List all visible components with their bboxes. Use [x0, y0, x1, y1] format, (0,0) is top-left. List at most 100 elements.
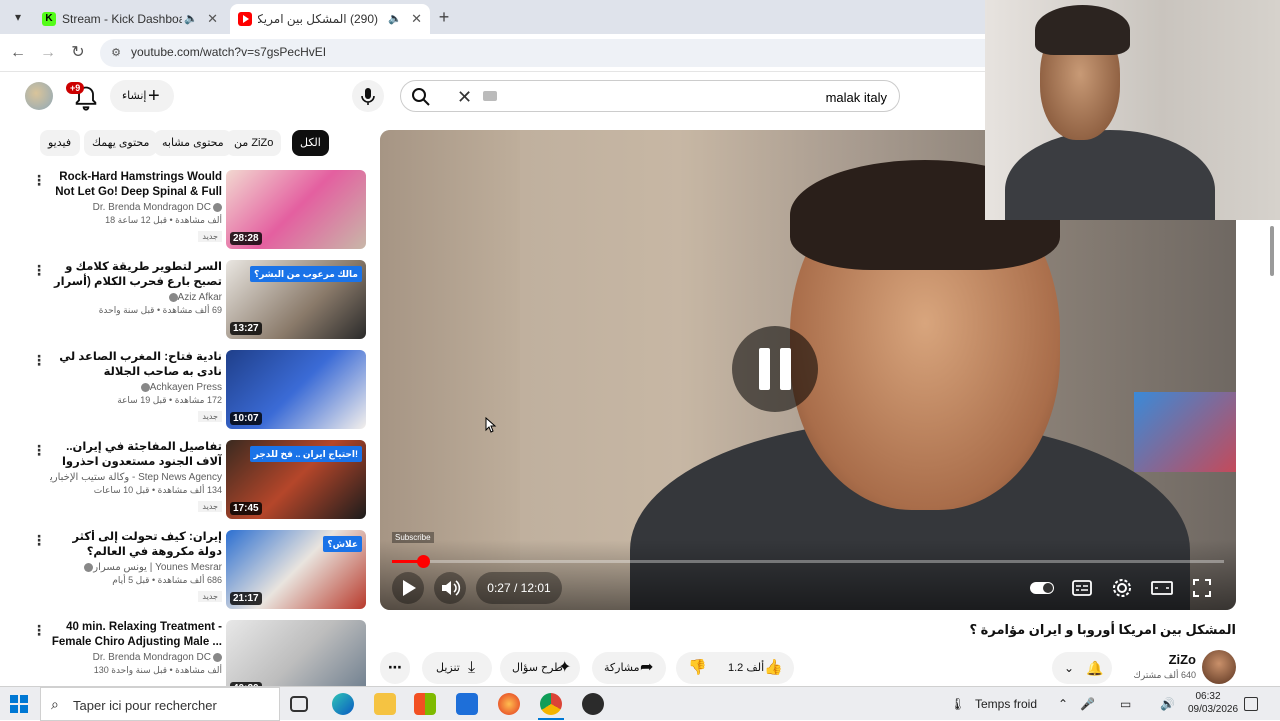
recommendation-thumbnail[interactable]: 28:28 — [226, 170, 366, 249]
more-options-icon[interactable]: ⋮ — [32, 442, 46, 459]
progress-bar[interactable] — [392, 555, 1224, 568]
tray-chevron-icon[interactable]: ⌃ — [1058, 697, 1068, 711]
taskbar-clock[interactable]: 06:32 09/03/2026 — [1188, 690, 1238, 716]
autoplay-toggle[interactable] — [1028, 574, 1056, 602]
close-tab-icon[interactable]: ✕ — [207, 4, 218, 34]
recommendation-title[interactable]: السر لتطوير طريقة كلامك و تصبح بارع فحرب… — [50, 260, 222, 290]
taskbar-search[interactable]: ⌕ Taper ici pour rechercher — [40, 687, 280, 721]
recommendation-thumbnail[interactable]: علاش؟ 21:17 — [226, 530, 366, 609]
like-button[interactable]: 👍 — [764, 652, 783, 684]
new-tab-button[interactable]: + — [434, 7, 454, 27]
recommendation-meta: إيران: كيف تحولت إلى أكثر دولة مكروهة في… — [50, 530, 222, 604]
speaker-icon[interactable]: 🔈 — [184, 4, 198, 34]
network-icon[interactable]: ▭ — [1120, 697, 1131, 711]
task-view-icon[interactable] — [290, 696, 308, 712]
recommendation-channel[interactable]: Younes Mesrar | يونس مسرار — [50, 562, 222, 573]
chip-all[interactable]: الكل — [292, 130, 329, 156]
recommendation-item[interactable]: ⋮ السر لتطوير طريقة كلامك و تصبح بارع فحر… — [30, 260, 370, 346]
more-options-icon[interactable]: ⋮ — [32, 532, 46, 549]
recommendation-channel[interactable]: Step News Agency - وكالة ستيب الإخبارية — [50, 472, 222, 483]
recommendation-item[interactable]: ⋮ Rock-Hard Hamstrings Would Not Let Go! … — [30, 170, 370, 256]
reload-icon[interactable]: ↻ — [68, 43, 88, 63]
forward-arrow-icon[interactable]: → — [38, 43, 58, 63]
speaker-icon[interactable]: 🔈 — [388, 4, 402, 34]
recommendation-title[interactable]: تفاصيل المفاجئة في إيران.. آلاف الجنود م… — [50, 440, 222, 470]
more-options-icon[interactable]: ⋮ — [32, 172, 46, 189]
recommendation-item[interactable]: ⋮ نادية فتاح: المغرب الصاعد لي نادى به صا… — [30, 350, 370, 436]
obs-icon[interactable] — [582, 693, 604, 715]
recommendation-thumbnail[interactable]: مالك مرعوب من البشر؟ 13:27 — [226, 260, 366, 339]
chip-related[interactable]: محتوى مشابه — [154, 130, 232, 156]
tab-youtube-video[interactable]: (290) المشكل بين امريكا أورو 🔈 ✕ — [230, 4, 430, 34]
scrollbar-thumb[interactable] — [1270, 226, 1274, 276]
more-options-icon[interactable]: ⋮ — [32, 622, 46, 639]
search-button[interactable] — [411, 87, 431, 107]
play-button[interactable] — [392, 572, 424, 604]
recommendation-title[interactable]: 40 min. Relaxing Treatment - Female Chir… — [50, 620, 222, 650]
subtitles-button[interactable] — [1068, 574, 1096, 602]
recommendation-thumbnail[interactable]: احتياج ايران .. فخ للدجر! 17:45 — [226, 440, 366, 519]
account-avatar[interactable] — [25, 82, 53, 110]
recommendation-item[interactable]: ⋮ إيران: كيف تحولت إلى أكثر دولة مكروهة ف… — [30, 530, 370, 616]
weather-icon[interactable]: 🌡 — [950, 697, 965, 711]
app-icon[interactable] — [456, 693, 478, 715]
channel-name[interactable]: ZiZo — [1120, 652, 1196, 667]
create-button[interactable]: إنشاء + — [110, 80, 174, 112]
tab-kick-dashboard[interactable]: K Stream - Kick Dashboard 🔈 ✕ — [34, 4, 226, 34]
subtitles-icon — [1072, 580, 1092, 596]
windows-start-button[interactable] — [10, 695, 28, 713]
recommendation-title[interactable]: Rock-Hard Hamstrings Would Not Let Go! D… — [50, 170, 222, 200]
theater-mode-button[interactable] — [1148, 574, 1176, 602]
notifications-button[interactable]: +9 — [66, 82, 100, 112]
chip-for-you[interactable]: محتوى يهمك — [84, 130, 158, 156]
share-button[interactable]: مشاركة ➦ — [592, 652, 666, 684]
clear-search-icon[interactable]: ✕ — [457, 87, 472, 107]
volume-button[interactable] — [434, 572, 466, 604]
new-badge: جديد — [198, 231, 222, 242]
channel-avatar[interactable] — [1202, 650, 1236, 684]
more-options-icon[interactable]: ⋮ — [32, 352, 46, 369]
like-count[interactable]: 1.2 ألف — [728, 652, 764, 684]
ask-button[interactable]: طرح سؤال ✦ — [500, 652, 580, 684]
dislike-button[interactable]: 👎 — [688, 652, 707, 684]
fullscreen-button[interactable] — [1188, 574, 1216, 602]
recommendation-channel[interactable]: Dr. Brenda Mondragon DC — [50, 202, 222, 213]
chrome-icon[interactable] — [540, 693, 562, 715]
firefox-icon[interactable] — [498, 693, 520, 715]
duration-badge: 28:28 — [230, 232, 262, 245]
recommendation-title[interactable]: إيران: كيف تحولت إلى أكثر دولة مكروهة في… — [50, 530, 222, 560]
taskbar-search-placeholder: Taper ici pour rechercher — [73, 698, 217, 713]
file-explorer-icon[interactable] — [374, 693, 396, 715]
volume-tray-icon[interactable]: 🔊 — [1160, 697, 1175, 711]
download-button[interactable]: تنزيل ⤓ — [422, 652, 492, 684]
search-input[interactable] — [527, 87, 887, 107]
recommendation-channel[interactable]: Achkayen Press — [50, 382, 222, 393]
url-field[interactable]: ⚙ youtube.com/watch?v=s7gsPecHvEI — [100, 39, 1020, 67]
edge-icon[interactable] — [332, 693, 354, 715]
weather-text[interactable]: Temps froid — [975, 697, 1037, 711]
more-actions-button[interactable]: ⋯ — [380, 652, 410, 684]
voice-search-button[interactable] — [352, 80, 384, 112]
more-options-icon[interactable]: ⋮ — [32, 262, 46, 279]
page-scrollbar[interactable] — [1268, 222, 1276, 682]
recommendation-channel[interactable]: Dr. Brenda Mondragon DC — [50, 652, 222, 663]
recommendation-thumbnail[interactable]: 10:07 — [226, 350, 366, 429]
recommendation-title[interactable]: نادية فتاح: المغرب الصاعد لي نادى به صاح… — [50, 350, 222, 380]
store-icon[interactable] — [414, 693, 436, 715]
chip-from-channel[interactable]: من ZiZo — [226, 130, 282, 156]
notification-center-icon[interactable] — [1244, 697, 1258, 711]
site-info-icon[interactable]: ⚙ — [108, 45, 124, 61]
settings-button[interactable] — [1108, 574, 1136, 602]
back-arrow-icon[interactable]: ← — [8, 43, 28, 63]
recommendation-channel[interactable]: Aziz Afkar — [50, 292, 222, 303]
chip-videos[interactable]: فيديو — [40, 130, 80, 156]
close-tab-icon[interactable]: ✕ — [411, 4, 422, 34]
tab-search-icon[interactable]: ▾ — [8, 7, 28, 27]
subscribed-dropdown-button[interactable]: ⌄ 🔔 — [1052, 652, 1112, 684]
recommendation-item[interactable]: ⋮ تفاصيل المفاجئة في إيران.. آلاف الجنود … — [30, 440, 370, 526]
keyboard-icon[interactable] — [483, 91, 497, 101]
progress-scrubber[interactable] — [416, 555, 430, 568]
fullscreen-icon — [1193, 579, 1211, 597]
microphone-tray-icon[interactable]: 🎤 — [1080, 697, 1095, 711]
pause-overlay-icon[interactable] — [732, 326, 818, 412]
